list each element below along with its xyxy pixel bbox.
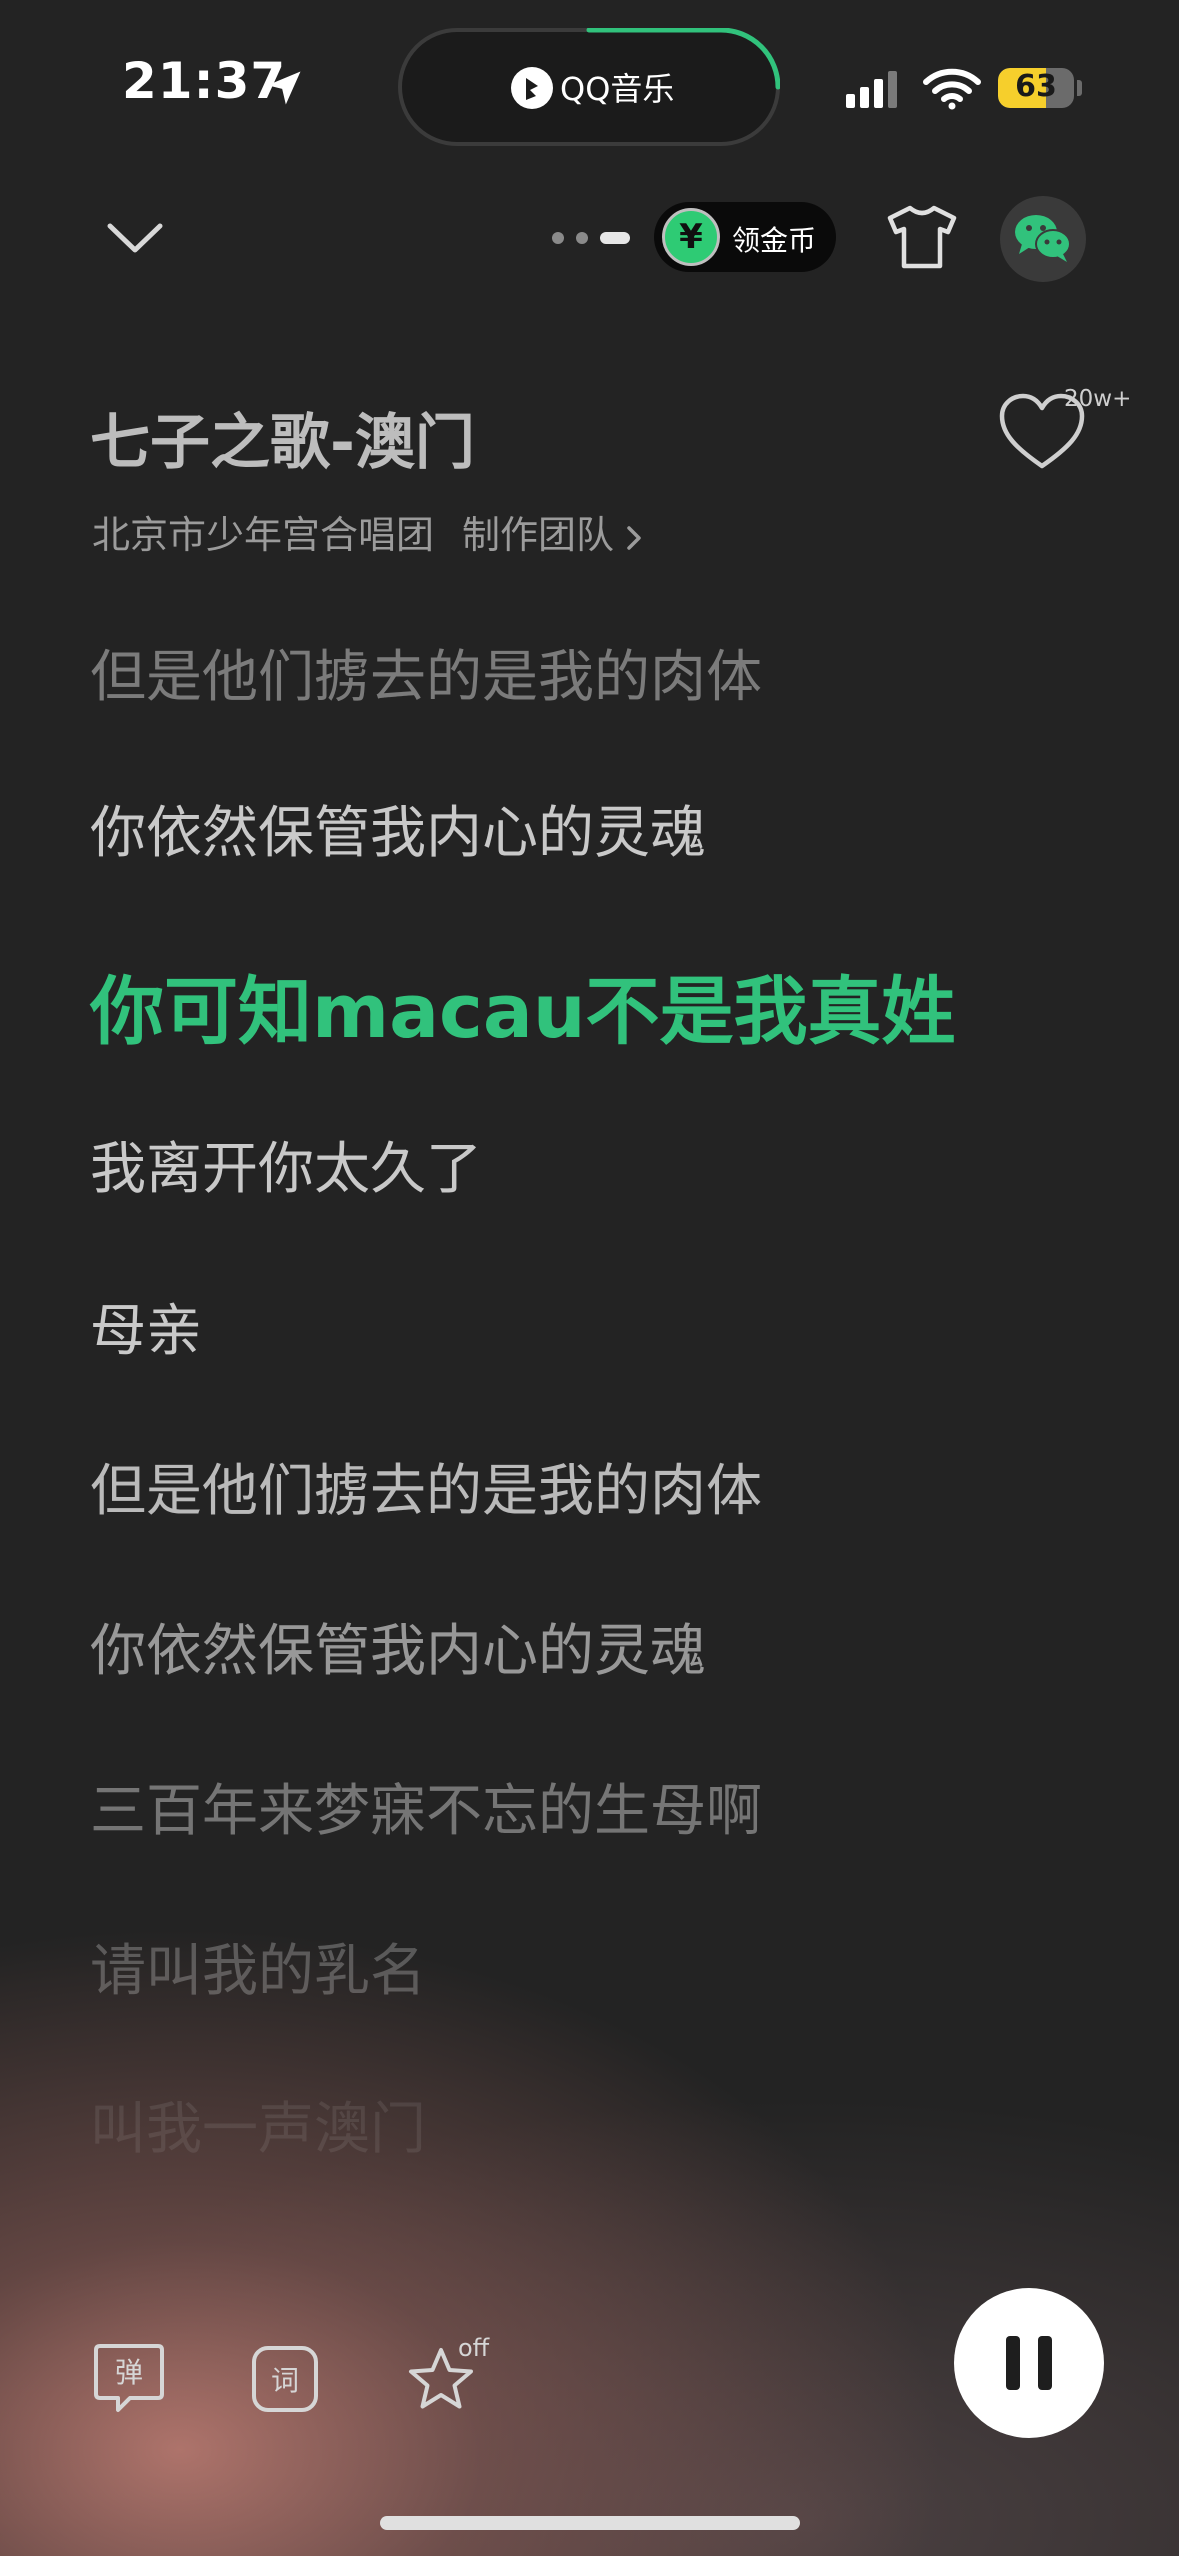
lyric-line[interactable]: 三百年来梦寐不忘的生母啊 [90, 1766, 762, 1847]
artist-name[interactable]: 北京市少年宫合唱团 [92, 513, 434, 557]
collapse-chevron-down-icon[interactable] [104, 218, 166, 258]
page-dot [576, 232, 588, 244]
lyric-line-current[interactable]: 你可知macau不是我真姓 [90, 952, 956, 1059]
location-arrow-icon [267, 71, 301, 105]
danmaku-label: 弹 [115, 2356, 143, 2389]
lyric-line[interactable]: 我离开你太久了 [90, 1124, 482, 1205]
lyrics-toggle-button[interactable]: 词 [248, 2342, 322, 2416]
chevron-right-icon [627, 525, 641, 550]
coin-icon: ¥ [662, 208, 720, 266]
credits-link[interactable]: 制作团队 [462, 513, 614, 557]
battery-indicator: 63 [998, 68, 1074, 108]
wifi-icon [923, 68, 981, 110]
battery-cap [1077, 80, 1082, 96]
lyric-line[interactable]: 你依然保管我内心的灵魂 [90, 788, 706, 869]
lyric-line[interactable]: 你依然保管我内心的灵魂 [90, 1606, 706, 1687]
pause-icon-bar-right [1038, 2336, 1052, 2390]
island-app-name: QQ音乐 [560, 70, 675, 108]
lyric-line[interactable]: 叫我一声澳门 [90, 2084, 426, 2165]
song-title: 七子之歌-澳门 [90, 408, 475, 478]
page-indicator [552, 232, 630, 244]
favorite-state-label: off [458, 2334, 490, 2362]
lyric-line[interactable]: 请叫我的乳名 [90, 1926, 426, 2007]
page-dot [552, 232, 564, 244]
like-count: 20w+ [1064, 386, 1132, 412]
qq-music-logo-icon [511, 67, 553, 109]
home-indicator[interactable] [380, 2516, 800, 2530]
page-dot-active [600, 232, 630, 244]
pause-button[interactable] [954, 2288, 1104, 2438]
tshirt-skin-icon[interactable] [886, 204, 958, 270]
lyric-line[interactable]: 但是他们掳去的是我的肉体 [90, 632, 762, 713]
danmaku-button[interactable]: 弹 [92, 2340, 166, 2414]
pause-icon-bar-left [1006, 2336, 1020, 2390]
background-gradient [0, 0, 1179, 2556]
cellular-signal-icon [846, 71, 897, 108]
lyric-line[interactable]: 母亲 [90, 1286, 202, 1367]
song-meta: 北京市少年宫合唱团 制作团队 [92, 504, 644, 559]
lyrics-label: 词 [271, 2364, 299, 2397]
battery-level: 63 [1015, 69, 1057, 104]
get-coins-label: 领金币 [732, 224, 817, 257]
wechat-icon [1015, 215, 1071, 262]
lyric-line[interactable]: 但是他们掳去的是我的肉体 [90, 1446, 762, 1527]
